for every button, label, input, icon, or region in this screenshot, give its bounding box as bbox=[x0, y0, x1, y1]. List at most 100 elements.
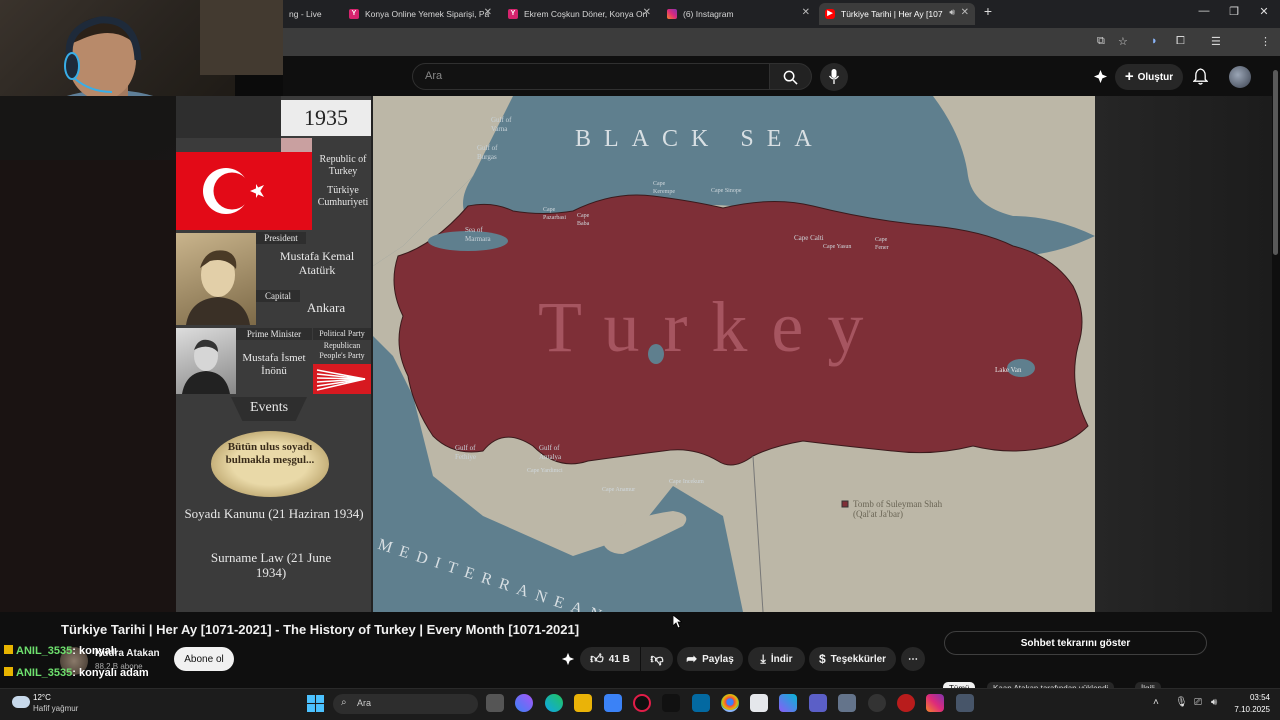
weather-temperature: 12°C bbox=[33, 693, 51, 702]
app-icon[interactable] bbox=[750, 694, 768, 712]
like-count: 41 B bbox=[608, 653, 630, 665]
minimize-icon[interactable]: — bbox=[1194, 5, 1214, 17]
party-name: Republican People's Party bbox=[319, 341, 365, 360]
edge-icon[interactable] bbox=[545, 694, 563, 712]
close-icon[interactable]: ✕ bbox=[484, 7, 492, 18]
teams-icon[interactable] bbox=[809, 694, 827, 712]
app-icon[interactable] bbox=[838, 694, 856, 712]
menu-dots-icon[interactable]: ⋮ bbox=[1260, 35, 1271, 48]
dislike-button[interactable]: 👎︎ bbox=[641, 647, 673, 671]
clock-date[interactable]: 7.10.2025 bbox=[1226, 705, 1270, 714]
microphone-icon[interactable]: 🎙︎ bbox=[1175, 697, 1188, 708]
more-dots-icon: ⋯ bbox=[908, 653, 918, 665]
tab-konya-yemek[interactable]: Y Konya Online Yemek Siparişi, Pa ✕ bbox=[343, 3, 498, 25]
taskbar-search[interactable]: ⌕ Ara bbox=[333, 694, 478, 714]
weather-cloud-icon[interactable] bbox=[12, 696, 30, 708]
map-label-cape-fener: Cape Fener bbox=[875, 237, 889, 251]
tiktok-icon[interactable] bbox=[662, 694, 680, 712]
calculator-icon[interactable] bbox=[956, 694, 974, 712]
country-name-tr: Türkiye Cumhuriyeti bbox=[317, 185, 369, 208]
search-input[interactable]: Ara bbox=[412, 63, 770, 90]
president-portrait bbox=[176, 233, 256, 325]
microphone-icon bbox=[829, 69, 839, 84]
close-icon[interactable]: ✕ bbox=[961, 7, 969, 18]
taskbar-search-label: Ara bbox=[357, 698, 372, 708]
map-label-gulf-fethiye: Gulf of Fethiye bbox=[455, 444, 476, 461]
thumbs-up-icon: 👍︎ bbox=[590, 651, 604, 666]
restore-icon[interactable]: ❐ bbox=[1224, 5, 1244, 18]
chat-username: ANIL_3535 bbox=[16, 667, 73, 679]
scrollbar-thumb[interactable] bbox=[1273, 70, 1278, 255]
map-label-gulf-varna: Gulf of Varna bbox=[491, 116, 512, 133]
extensions-icon[interactable]: ⧠ bbox=[1176, 35, 1185, 48]
file-explorer-icon[interactable] bbox=[574, 694, 592, 712]
chrome-icon[interactable] bbox=[721, 694, 739, 712]
bookmark-star-icon[interactable]: ☆ bbox=[1118, 35, 1128, 48]
windows-start-icon[interactable] bbox=[307, 695, 324, 712]
new-tab-button[interactable]: + bbox=[978, 3, 998, 19]
notifications-bell-icon[interactable] bbox=[1193, 68, 1208, 85]
app-icon[interactable] bbox=[897, 694, 915, 712]
like-button[interactable]: 👍︎ 41 B bbox=[580, 647, 640, 671]
chevron-up-icon[interactable]: ˄ bbox=[1153, 697, 1159, 708]
tab-live[interactable]: ng - Live bbox=[283, 3, 341, 25]
reading-list-icon[interactable]: ☰ bbox=[1211, 35, 1221, 48]
tab-title: Ekrem Coşkun Döner, Konya On bbox=[524, 9, 648, 19]
tab-ekrem-coskun[interactable]: Y Ekrem Coşkun Döner, Konya On ✕ bbox=[502, 3, 657, 25]
copilot-icon[interactable] bbox=[515, 694, 533, 712]
tab-instagram[interactable]: (6) Instagram ✕ bbox=[661, 3, 816, 25]
speaker-icon[interactable]: 🔊︎ bbox=[949, 7, 955, 18]
map-label-sea-marmara: Sea of Marmara bbox=[465, 226, 491, 243]
map-label-cape-pazarbasi: Cape Pazarbasi bbox=[543, 207, 566, 221]
map-label-turkey: Turkey bbox=[538, 287, 888, 367]
thanks-label: Teşekkürler bbox=[830, 653, 887, 665]
app-icon[interactable] bbox=[868, 694, 886, 712]
instagram-icon[interactable] bbox=[926, 694, 944, 712]
ask-sparkle-icon[interactable] bbox=[561, 652, 575, 666]
chat-username: ANIL_3535 bbox=[16, 645, 73, 657]
president-name: Mustafa Kemal Atatürk bbox=[279, 249, 355, 277]
search-button[interactable] bbox=[770, 63, 812, 90]
close-icon[interactable]: ✕ bbox=[802, 7, 810, 18]
prime-minister-label: Prime Minister bbox=[236, 328, 312, 340]
voice-search-button[interactable] bbox=[820, 63, 848, 91]
show-chat-replay-button[interactable]: Sohbet tekrarını göster bbox=[944, 631, 1207, 655]
read-aloud-icon[interactable]: ◗ bbox=[1151, 35, 1158, 47]
map-label-cape-kerempe: Cape Kerempe bbox=[653, 181, 675, 195]
chat-message: : konyalı adam bbox=[72, 667, 149, 679]
newspaper-clipping: Bütün ulus soyadı bulmakla meşgul... bbox=[211, 431, 329, 497]
map-label-cape-anamur: Cape Anamur bbox=[602, 487, 636, 493]
task-view-icon[interactable] bbox=[486, 694, 504, 712]
year-label: 1935 bbox=[281, 100, 371, 136]
sparkle-icon[interactable] bbox=[1093, 69, 1108, 84]
download-icon: ⤓ bbox=[760, 651, 766, 666]
event-turkish: Soyadı Kanunu (21 Haziran 1934) bbox=[184, 506, 364, 521]
mouse-cursor-icon bbox=[673, 615, 682, 629]
outlook-icon[interactable] bbox=[692, 694, 710, 712]
close-icon[interactable]: ✕ bbox=[643, 7, 651, 18]
map-label-black-sea: BLACK SEA bbox=[575, 126, 825, 152]
window-close-icon[interactable]: ✕ bbox=[1254, 5, 1274, 18]
map-label-lake-van: Lake Van bbox=[995, 366, 1022, 374]
create-button[interactable]: + Oluştur bbox=[1115, 64, 1183, 90]
download-button[interactable]: ⤓ İndir bbox=[748, 647, 805, 671]
yemeksepeti-icon: Y bbox=[349, 9, 359, 19]
microsoft-store-icon[interactable] bbox=[604, 694, 622, 712]
thanks-button[interactable]: $ Teşekkürler bbox=[809, 647, 896, 671]
subscribe-button[interactable]: Abone ol bbox=[174, 647, 234, 671]
tab-youtube-active[interactable]: ▶ Türkiye Tarihi | Her Ay [107 🔊︎ ✕ bbox=[819, 3, 975, 25]
install-app-icon[interactable]: ⧉ bbox=[1097, 35, 1105, 48]
events-label: Events bbox=[249, 400, 289, 415]
account-avatar[interactable] bbox=[1229, 66, 1251, 88]
thumbs-down-icon: 👎︎ bbox=[650, 651, 664, 666]
thanks-dollar-icon: $ bbox=[818, 652, 826, 666]
clock-time[interactable]: 03:54 bbox=[1232, 693, 1270, 702]
microsoft-365-icon[interactable] bbox=[779, 694, 797, 712]
share-button[interactable]: ➦ Paylaş bbox=[677, 647, 743, 671]
volume-icon[interactable]: 🔊︎ bbox=[1211, 697, 1217, 708]
stream-chat-line: ANIL_3535: konyalı bbox=[4, 645, 117, 657]
opera-icon[interactable] bbox=[633, 694, 651, 712]
more-actions-button[interactable]: ⋯ bbox=[901, 647, 925, 671]
network-icon[interactable]: ⎚ bbox=[1194, 697, 1202, 708]
tab-title: (6) Instagram bbox=[683, 9, 734, 19]
